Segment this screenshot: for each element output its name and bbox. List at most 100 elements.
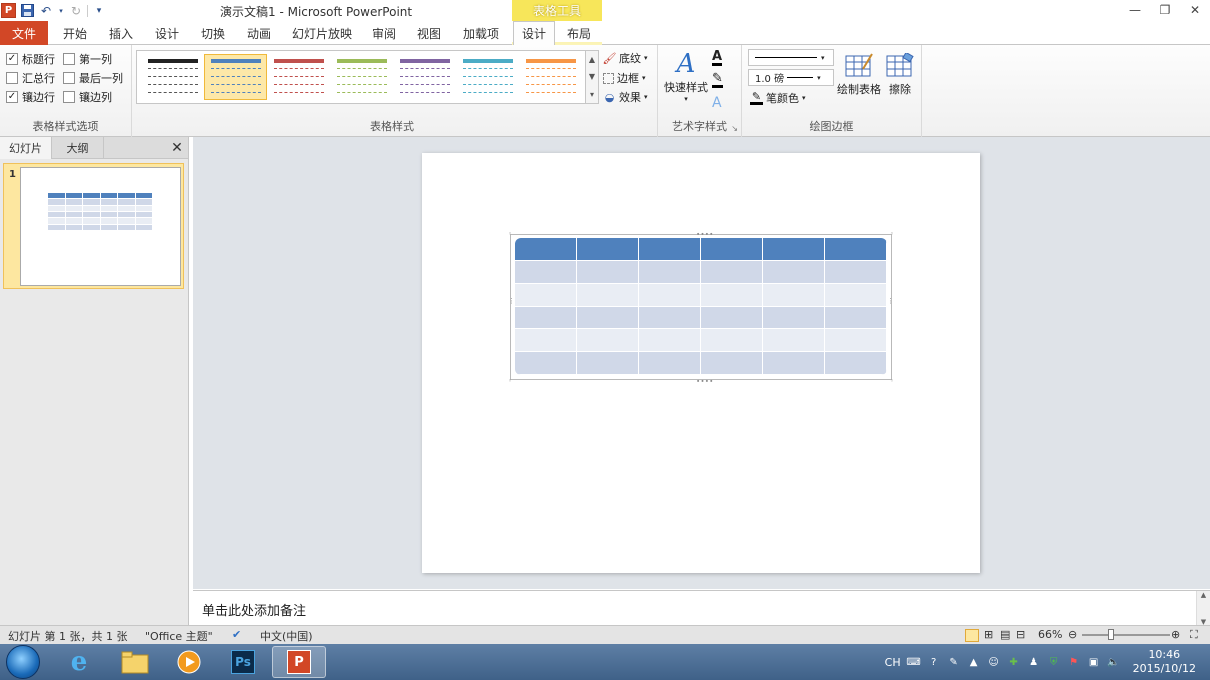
- table-cell[interactable]: [515, 306, 577, 330]
- close-pane-icon[interactable]: ✕: [166, 137, 188, 158]
- volume-icon[interactable]: 🔈: [1107, 655, 1121, 669]
- gallery-down-icon[interactable]: ▼: [589, 72, 595, 81]
- quick-styles-button[interactable]: A 快速样式 ▾: [663, 49, 709, 103]
- tab-insert[interactable]: 插入: [98, 21, 144, 45]
- action-center-icon[interactable]: ⚑: [1067, 655, 1081, 669]
- resize-handle-bottom-right[interactable]: ◦: [890, 377, 894, 385]
- gallery-scroll[interactable]: ▲ ▼ ▾: [586, 50, 599, 104]
- resize-handle-left[interactable]: ⋮: [508, 297, 515, 305]
- restore-icon[interactable]: ❐: [1150, 0, 1180, 20]
- shading-button[interactable]: 🖌 底纹 ▾: [603, 50, 648, 66]
- update-icon[interactable]: ✚: [1007, 655, 1021, 669]
- tab-addins[interactable]: 加载项: [452, 21, 510, 45]
- minimize-icon[interactable]: —: [1120, 0, 1150, 20]
- spellcheck-icon[interactable]: ✔: [232, 628, 241, 641]
- network-icon[interactable]: ▣: [1087, 655, 1101, 669]
- table-cell[interactable]: [763, 283, 825, 307]
- table-cell[interactable]: [577, 306, 639, 330]
- tab-table-layout[interactable]: 布局: [557, 21, 601, 45]
- zoom-level[interactable]: 66%: [1038, 628, 1062, 641]
- resize-handle-right[interactable]: ⋮: [887, 297, 894, 305]
- tab-slides[interactable]: 幻灯片: [0, 137, 52, 159]
- save-icon[interactable]: [19, 3, 35, 19]
- table-cell[interactable]: [515, 329, 577, 353]
- slideshow-icon[interactable]: ⊟: [1016, 628, 1025, 641]
- tab-file[interactable]: 文件: [0, 21, 48, 45]
- keyboard-icon[interactable]: ⌨: [906, 655, 920, 669]
- start-button-icon[interactable]: [6, 645, 40, 679]
- borders-button[interactable]: 边框 ▾: [603, 70, 646, 86]
- text-outline-icon[interactable]: ✎: [712, 72, 723, 88]
- powerpoint-logo-icon[interactable]: P: [1, 3, 16, 18]
- tab-review[interactable]: 审阅: [362, 21, 406, 45]
- checkbox-total-row[interactable]: 汇总行: [6, 70, 55, 86]
- table-selection-frame[interactable]: ∙∙∙∙ ∙∙∙∙ ⋮ ⋮ ◦ ◦ ◦ ◦: [508, 230, 894, 385]
- checkbox-first-column-box[interactable]: [63, 53, 75, 65]
- slide-sorter-icon[interactable]: ⊞: [984, 628, 993, 641]
- table-cell[interactable]: [515, 283, 577, 307]
- fit-to-window-icon[interactable]: ⛶: [1190, 628, 1198, 642]
- photoshop-icon[interactable]: Ps: [216, 646, 270, 678]
- normal-view-icon[interactable]: [965, 629, 979, 642]
- show-hidden-icons-icon[interactable]: ▲: [967, 655, 981, 669]
- customize-qat-icon[interactable]: ▾: [91, 3, 107, 19]
- table-style-option[interactable]: [456, 54, 519, 100]
- gallery-up-icon[interactable]: ▲: [589, 55, 595, 64]
- text-effects-icon[interactable]: A: [712, 95, 722, 111]
- media-player-icon[interactable]: [162, 646, 216, 678]
- checkbox-last-column[interactable]: 最后一列: [63, 70, 123, 86]
- tab-design[interactable]: 设计: [144, 21, 190, 45]
- zoom-out-icon[interactable]: ⊖: [1068, 628, 1077, 641]
- draw-table-button[interactable]: 绘制表格: [836, 51, 882, 97]
- table-cell[interactable]: [825, 352, 887, 375]
- dialog-launcher-icon[interactable]: ↘: [731, 124, 738, 133]
- slide-table[interactable]: [515, 238, 887, 375]
- notes-scrollbar[interactable]: ▲ ▼: [1196, 591, 1210, 626]
- undo-icon[interactable]: ↶: [38, 3, 54, 19]
- table-cell[interactable]: [577, 352, 639, 375]
- table-cell[interactable]: [701, 238, 763, 261]
- checkbox-header-row[interactable]: ✓ 标题行: [6, 51, 55, 67]
- user-icon[interactable]: ☺: [987, 655, 1001, 669]
- checkbox-banded-rows[interactable]: ✓ 镶边行: [6, 89, 55, 105]
- redo-icon[interactable]: ↻: [68, 3, 84, 19]
- tab-table-design[interactable]: 设计: [513, 21, 555, 46]
- gallery-more-icon[interactable]: ▾: [590, 90, 594, 99]
- table-cell[interactable]: [701, 260, 763, 284]
- checkbox-banded-columns-box[interactable]: [63, 91, 75, 103]
- notes-placeholder[interactable]: 单击此处添加备注: [202, 600, 306, 619]
- table-cell[interactable]: [825, 283, 887, 307]
- powerpoint-taskbar-icon[interactable]: P: [272, 646, 326, 678]
- resize-handle-top[interactable]: ∙∙∙∙: [696, 230, 714, 238]
- table-cell[interactable]: [577, 260, 639, 284]
- table-cell[interactable]: [701, 329, 763, 353]
- table-cell[interactable]: [639, 260, 701, 284]
- tab-transitions[interactable]: 切换: [190, 21, 236, 45]
- close-icon[interactable]: ✕: [1180, 0, 1210, 20]
- table-cell[interactable]: [825, 238, 887, 261]
- resize-handle-bottom[interactable]: ∙∙∙∙: [696, 377, 714, 385]
- file-explorer-icon[interactable]: [108, 646, 162, 678]
- tab-view[interactable]: 视图: [406, 21, 452, 45]
- slide-canvas[interactable]: ∙∙∙∙ ∙∙∙∙ ⋮ ⋮ ◦ ◦ ◦ ◦: [422, 153, 980, 573]
- table-cell[interactable]: [763, 238, 825, 261]
- table-cell[interactable]: [763, 306, 825, 330]
- pen-style-dropdown[interactable]: ▾: [748, 49, 834, 66]
- pen-color-button[interactable]: ✎ 笔颜色 ▾: [750, 90, 806, 106]
- table-cell[interactable]: [763, 260, 825, 284]
- security-shield-icon[interactable]: ⛨: [1047, 655, 1061, 669]
- slide-thumbnail[interactable]: [20, 167, 181, 286]
- checkbox-header-row-box[interactable]: ✓: [6, 53, 18, 65]
- resize-handle-top-right[interactable]: ◦: [890, 230, 894, 238]
- table-cell[interactable]: [515, 260, 577, 284]
- checkbox-first-column[interactable]: 第一列: [63, 51, 112, 67]
- notes-pane[interactable]: 单击此处添加备注 ▲ ▼: [193, 590, 1210, 626]
- effects-button[interactable]: ◒ 效果 ▾: [603, 89, 648, 105]
- table-style-option[interactable]: [519, 54, 582, 100]
- scroll-up-icon[interactable]: ▲: [1201, 591, 1206, 599]
- table-cell[interactable]: [639, 238, 701, 261]
- table-cell[interactable]: [515, 352, 577, 375]
- table-cell[interactable]: [763, 352, 825, 375]
- table-style-option[interactable]: [267, 54, 330, 100]
- language-status[interactable]: 中文(中国): [260, 628, 313, 644]
